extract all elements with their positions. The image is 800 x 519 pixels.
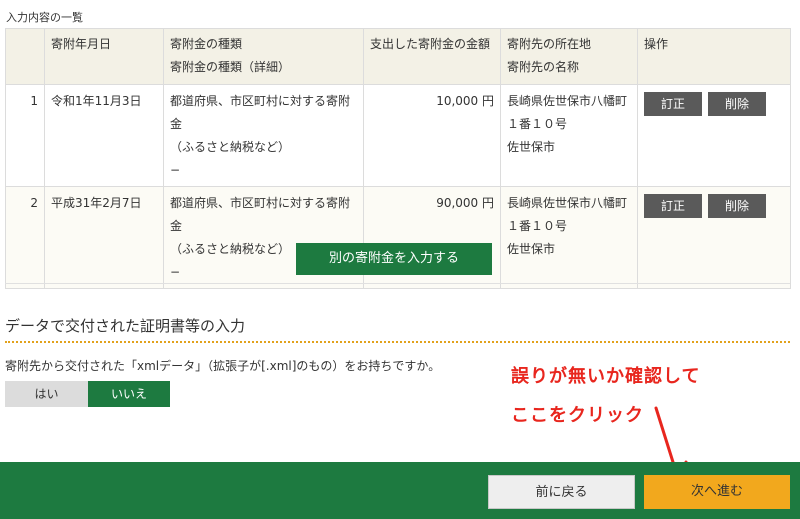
row-type: 都道府県、市区町村に対する寄附金 （ふるさと納税など） − — [163, 84, 364, 187]
delete-button[interactable]: 削除 — [708, 194, 766, 218]
xml-question: 寄附先から交付された「xmlデータ」（拡張子が[.xml]のもの）をお持ちですか… — [5, 359, 441, 373]
annotation-line2: ここをクリック — [511, 405, 644, 426]
row-index: 2 — [5, 186, 45, 289]
row-date: 令和1年11月3日 — [44, 84, 164, 187]
row-type-line3: − — [170, 163, 181, 177]
row-address-line2: １番１０号 — [507, 219, 568, 233]
row-type-line1: 都道府県、市区町村に対する寄附金 — [170, 94, 351, 131]
xml-section-title: データで交付された証明書等の入力 — [5, 317, 246, 335]
row-place: 長崎県佐世保市八幡町 １番１０号 佐世保市 — [500, 186, 638, 289]
row-ops: 訂正 削除 — [637, 84, 791, 187]
row-type-line1: 都道府県、市区町村に対する寄附金 — [170, 196, 351, 233]
row-address-line1: 長崎県佐世保市八幡町 — [507, 196, 628, 210]
header-place: 寄附先の所在地 寄附先の名称 — [500, 28, 638, 85]
row-place: 長崎県佐世保市八幡町 １番１０号 佐世保市 — [500, 84, 638, 187]
row-address-line2: １番１０号 — [507, 117, 568, 131]
row-address-line1: 長崎県佐世保市八幡町 — [507, 94, 628, 108]
header-ops: 操作 — [637, 28, 791, 85]
header-index — [5, 28, 45, 85]
row-index: 1 — [5, 84, 45, 187]
table-header-row: 寄附年月日 寄附金の種類 寄附金の種類（詳細） 支出した寄附金の金額 寄附先の所… — [5, 28, 791, 85]
table-row: 1 令和1年11月3日 都道府県、市区町村に対する寄附金 （ふるさと納税など） … — [5, 84, 791, 187]
no-button[interactable]: いいえ — [88, 381, 170, 407]
header-type-line2: 寄附金の種類（詳細） — [170, 60, 291, 74]
header-type-line1: 寄附金の種類 — [170, 37, 243, 51]
section-divider — [5, 341, 790, 343]
next-button[interactable]: 次へ進む — [644, 475, 790, 509]
header-amount: 支出した寄附金の金額 — [363, 28, 501, 85]
row-amount: 10,000 円 — [363, 84, 501, 187]
row-recipient-name: 佐世保市 — [507, 242, 556, 256]
annotation-line1: 誤りが無いか確認して — [511, 366, 701, 387]
yes-button[interactable]: はい — [5, 381, 88, 407]
row-recipient-name: 佐世保市 — [507, 140, 556, 154]
row-type-line2: （ふるさと納税など） — [170, 140, 291, 154]
edit-button[interactable]: 訂正 — [644, 194, 702, 218]
add-donation-button[interactable]: 別の寄附金を入力する — [296, 243, 492, 275]
back-button[interactable]: 前に戻る — [488, 475, 635, 509]
list-title: 入力内容の一覧 — [6, 11, 83, 24]
row-ops: 訂正 削除 — [637, 186, 791, 289]
divider — [5, 283, 790, 284]
delete-button[interactable]: 削除 — [708, 92, 766, 116]
header-type: 寄附金の種類 寄附金の種類（詳細） — [163, 28, 364, 85]
edit-button[interactable]: 訂正 — [644, 92, 702, 116]
row-date: 平成31年2月7日 — [44, 186, 164, 289]
header-place-line2: 寄附先の名称 — [507, 60, 580, 74]
header-place-line1: 寄附先の所在地 — [507, 37, 592, 51]
header-date: 寄附年月日 — [44, 28, 164, 85]
